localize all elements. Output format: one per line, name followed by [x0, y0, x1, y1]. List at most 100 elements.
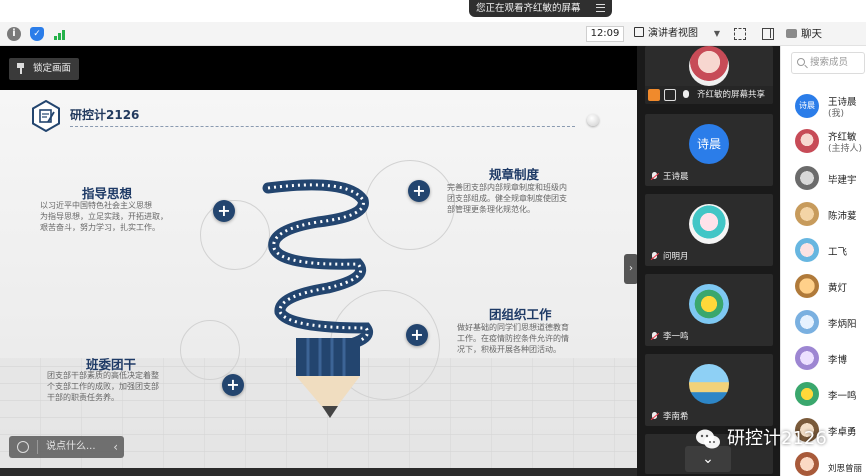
expand-rules-button[interactable]: +: [408, 180, 430, 202]
mic-muted-icon: [651, 412, 658, 422]
participant-name: 问明月: [649, 251, 689, 263]
body-line: 以习近平中国特色社会主义思想: [40, 201, 152, 210]
member-role: (主持人): [828, 144, 863, 154]
body-line: 做好基础的同学们思想道德教育: [457, 323, 569, 332]
emoji-icon[interactable]: [17, 441, 29, 453]
view-mode-select[interactable]: 演讲者视图 ▼: [634, 26, 722, 42]
chevron-left-icon[interactable]: ‹: [113, 436, 118, 458]
avatar: 诗晨: [689, 124, 729, 164]
avatar: [795, 452, 819, 476]
member-item[interactable]: 毕建宇: [795, 166, 866, 192]
section-body-committee: 团支部干部素质的高低决定着整 个支部工作的成败，加强团支部 干部的职责任务养。: [47, 370, 187, 403]
member-item[interactable]: 刘思曾丽: [795, 452, 866, 476]
participant-name-text: 李南希: [663, 412, 689, 422]
member-item[interactable]: 齐红敏 (主持人): [795, 129, 866, 155]
avatar: [795, 166, 819, 190]
lock-view-button[interactable]: 锁定画面: [9, 58, 79, 80]
member-search-input[interactable]: 搜索成员: [791, 52, 865, 74]
member-item[interactable]: 黄灯: [795, 274, 866, 300]
body-line: 团支部组成。健全规章制度使团支: [447, 194, 567, 203]
chat-input[interactable]: 说点什么... ‹: [9, 436, 124, 458]
meeting-window: 您正在观看齐红敏的屏幕 i ✓ 12:09 演讲者视图 ▼ 聊天 锁定画面 研控…: [0, 0, 866, 476]
info-icon[interactable]: i: [7, 27, 21, 41]
body-line: 工作。在疫情防控条件允许的情: [457, 334, 569, 343]
member-name: 毕建宇: [828, 175, 857, 186]
search-icon: [797, 58, 805, 66]
body-line: 部管理更条理化规范化。: [447, 205, 535, 214]
doodle-decoration: [180, 320, 240, 380]
chat-tab-label: 聊天: [801, 28, 822, 40]
screen-icon: [664, 89, 676, 101]
shared-screen: 锁定画面 研控计2126 指导思想 以习近平中国特色社会主义思想 为指导思想，立…: [0, 46, 637, 476]
member-name: 陈沛萲: [828, 211, 857, 222]
video-tile[interactable]: 问明月: [645, 194, 773, 266]
avatar: [689, 284, 729, 324]
signal-icon[interactable]: [53, 27, 67, 41]
fullscreen-icon[interactable]: [734, 28, 746, 40]
member-item[interactable]: 诗晨 王诗晨 (我): [795, 94, 866, 120]
member-item[interactable]: 李博: [795, 346, 866, 372]
avatar: [795, 310, 819, 334]
section-title-rules: 规章制度: [489, 167, 540, 182]
mic-muted-icon: [651, 252, 658, 262]
mic-icon: [680, 89, 692, 101]
avatar: [795, 382, 819, 406]
member-name: 工飞: [828, 247, 848, 258]
divider: [37, 440, 38, 454]
chevron-down-icon: ▼: [713, 29, 720, 38]
participant-name: 李南希: [649, 411, 689, 423]
section-body-guiding: 以习近平中国特色社会主义思想 为指导思想，立足实践，开拓进取， 艰苦奋斗，努力学…: [40, 200, 185, 233]
member-item[interactable]: 李炳阳: [795, 310, 866, 336]
spiral-pencil-illustration: [258, 178, 378, 428]
avatar: [689, 364, 729, 404]
section-title-activities: 团组织工作: [489, 307, 552, 322]
sharer-name: 齐红敏的屏幕共享: [697, 90, 766, 100]
chat-icon: [786, 29, 797, 38]
video-tile-host[interactable]: 齐红敏的屏幕共享: [645, 46, 773, 104]
avatar: [795, 238, 819, 262]
body-line: 个支部工作的成败，加强团支部: [47, 382, 159, 391]
section-body-activities: 做好基础的同学们思想道德教育 工作。在疫情防控条件允许的情 况下，积极开展各种团…: [457, 322, 597, 355]
watermark-text: 研控计2126: [727, 428, 827, 449]
shared-screen-header: 锁定画面: [0, 46, 637, 90]
expand-activities-button[interactable]: +: [406, 324, 428, 346]
member-item[interactable]: 陈沛萲: [795, 202, 866, 228]
video-tile[interactable]: 李一鸣: [645, 274, 773, 346]
member-item[interactable]: 李一鸣: [795, 382, 866, 408]
participant-name: 李一鸣: [649, 331, 689, 343]
lock-view-label: 锁定画面: [33, 63, 72, 74]
video-tile[interactable]: 诗晨 王诗晨: [645, 114, 773, 186]
presentation-slide: 研控计2126 指导思想 以习近平中国特色社会主义思想 为指导思想，立足实践，开…: [0, 90, 637, 468]
avatar: [689, 46, 729, 86]
mic-muted-icon: [651, 172, 658, 182]
collapse-video-panel-button[interactable]: ›: [624, 254, 638, 284]
title-divider: [70, 126, 575, 127]
member-name: 黄灯: [828, 283, 848, 294]
search-placeholder: 搜索成员: [810, 57, 849, 68]
slide-title: 研控计2126: [70, 108, 140, 122]
menu-icon[interactable]: [596, 4, 605, 12]
member-name: 李博: [828, 355, 848, 366]
avatar: [795, 202, 819, 226]
member-name: 刘思曾丽: [828, 464, 863, 474]
body-line: 团支部干部素质的高低决定着整: [47, 371, 159, 380]
viewing-banner[interactable]: 您正在观看齐红敏的屏幕: [469, 0, 612, 17]
member-item[interactable]: 工飞: [795, 238, 866, 264]
shield-icon[interactable]: ✓: [30, 27, 44, 41]
body-line: 干部的职责任务养。: [47, 393, 119, 402]
member-name: 李炳阳: [828, 319, 857, 330]
toggle-panel-icon[interactable]: [762, 28, 774, 40]
user-icon: [648, 89, 660, 101]
expand-guiding-button[interactable]: +: [213, 200, 235, 222]
body-line: 完善团支部内部规章制度和班级内: [447, 183, 567, 192]
expand-committee-button[interactable]: +: [222, 374, 244, 396]
top-strip: [0, 0, 866, 22]
chat-placeholder: 说点什么...: [46, 441, 96, 452]
tab-chat[interactable]: 聊天: [780, 22, 866, 46]
avatar: [795, 129, 819, 153]
body-line: 为指导思想，立足实践，开拓进取，: [40, 212, 168, 221]
member-role: (我): [828, 109, 845, 119]
screen-share-bar: 齐红敏的屏幕共享: [645, 86, 773, 104]
participant-name-text: 问明月: [663, 252, 689, 262]
video-tile[interactable]: 李南希: [645, 354, 773, 426]
